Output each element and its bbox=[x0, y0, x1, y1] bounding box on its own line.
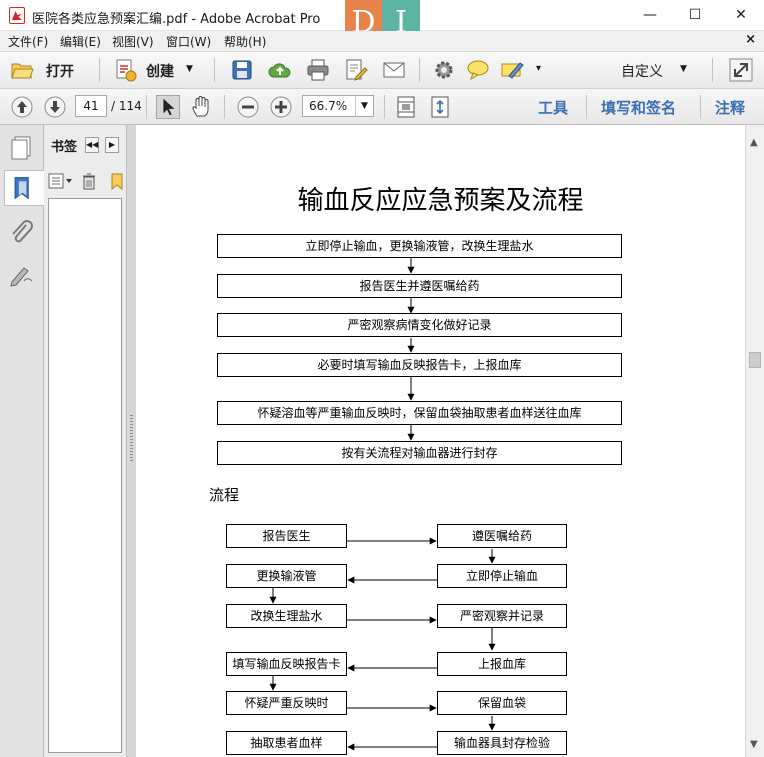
zoom-in-icon[interactable] bbox=[269, 95, 293, 119]
highlight-pen-icon[interactable] bbox=[500, 58, 524, 82]
customize-dropdown-icon[interactable]: ▼ bbox=[680, 64, 687, 74]
navigation-toolbar: / 114 工具 填写和签名 注释 bbox=[0, 89, 764, 125]
flow-step-box: 立即停止输血，更换输液管，改换生理盐水 bbox=[217, 234, 622, 258]
flow-left-box: 更换输液管 bbox=[226, 564, 347, 588]
print-icon[interactable] bbox=[306, 58, 330, 82]
bookmarks-panel-title: 书签 bbox=[51, 140, 78, 155]
zoom-dropdown-icon[interactable]: ▼ bbox=[355, 96, 373, 116]
menu-bar: 文件(F) 编辑(E) 视图(V) 窗口(W) 帮助(H) × bbox=[0, 31, 764, 51]
close-window-button[interactable]: ✕ bbox=[718, 0, 764, 30]
flow-left-box: 报告医生 bbox=[226, 524, 347, 548]
flow-left-box: 改换生理盐水 bbox=[226, 604, 347, 628]
upload-cloud-icon[interactable] bbox=[268, 58, 292, 82]
zoom-level-value: 66.7% bbox=[309, 99, 348, 113]
expand-view-icon[interactable] bbox=[729, 58, 753, 82]
zoom-level-select[interactable]: 66.7% ▼ bbox=[302, 95, 374, 117]
open-folder-icon[interactable] bbox=[10, 58, 34, 82]
scrollbar-thumb[interactable] bbox=[749, 352, 761, 368]
customize-button[interactable]: 自定义 bbox=[621, 61, 663, 81]
page-total-label: / 114 bbox=[111, 99, 142, 113]
flow-step-box: 严密观察病情变化做好记录 bbox=[217, 313, 622, 337]
menu-file[interactable]: 文件(F) bbox=[8, 33, 48, 50]
menu-edit[interactable]: 编辑(E) bbox=[60, 33, 101, 50]
flow-left-box: 填写输血反映报告卡 bbox=[226, 652, 347, 676]
navigation-pane-bar bbox=[0, 125, 44, 757]
edit-document-icon[interactable] bbox=[344, 58, 368, 82]
acrobat-app-icon bbox=[9, 7, 25, 24]
flow-right-box: 严密观察并记录 bbox=[437, 604, 567, 628]
document-heading: 输血反应应急预案及流程 bbox=[297, 186, 584, 216]
bookmark-options-icon[interactable] bbox=[48, 172, 74, 190]
delete-bookmark-icon[interactable] bbox=[80, 172, 98, 190]
maximize-button[interactable]: ☐ bbox=[672, 0, 718, 30]
menu-view[interactable]: 视图(V) bbox=[112, 33, 154, 50]
bookmarks-panel-icon[interactable] bbox=[4, 170, 44, 206]
flow-right-box: 立即停止输血 bbox=[437, 564, 567, 588]
panel-resize-splitter[interactable] bbox=[127, 125, 136, 757]
flow-section-heading: 流程 bbox=[209, 486, 240, 504]
panel-options-arrow-icon[interactable]: ▶ bbox=[105, 137, 119, 153]
save-icon[interactable] bbox=[230, 58, 254, 82]
flow-step-box: 必要时填写输血反映报告卡，上报血库 bbox=[217, 353, 622, 377]
close-document-button[interactable]: × bbox=[745, 32, 756, 47]
create-button[interactable]: 创建 bbox=[146, 61, 174, 81]
title-bar: 医院各类应急预案汇编.pdf - Adobe Acrobat Pro D I —… bbox=[0, 0, 764, 46]
flow-left-box: 抽取患者血样 bbox=[226, 731, 347, 755]
vertical-scrollbar[interactable]: ▲ ▼ bbox=[745, 125, 764, 757]
collapse-panel-icon[interactable]: ◀◀ bbox=[85, 137, 99, 153]
bookmarks-panel: 书签 ◀◀ ▶ bbox=[44, 125, 127, 757]
flow-step-box: 怀疑溶血等严重输血反映时，保留血袋抽取患者血样送往血库 bbox=[217, 401, 622, 425]
new-bookmark-icon[interactable] bbox=[108, 172, 126, 190]
bookmarks-list[interactable] bbox=[48, 198, 122, 753]
zoom-out-icon[interactable] bbox=[236, 95, 260, 119]
flow-right-box: 输血器具封存检验 bbox=[437, 731, 567, 755]
flow-right-box: 保留血袋 bbox=[437, 691, 567, 715]
scroll-up-arrow-icon[interactable]: ▲ bbox=[750, 137, 758, 148]
fit-page-icon[interactable] bbox=[394, 95, 418, 119]
flow-left-box: 怀疑严重反映时 bbox=[226, 691, 347, 715]
page-number-input[interactable]: 41 bbox=[75, 95, 107, 117]
open-button[interactable]: 打开 bbox=[46, 61, 74, 81]
fit-width-scroll-icon[interactable] bbox=[428, 95, 452, 119]
email-icon[interactable] bbox=[382, 58, 406, 82]
select-tool-cursor-icon[interactable] bbox=[156, 95, 180, 119]
menu-window[interactable]: 窗口(W) bbox=[166, 33, 211, 50]
flow-step-box: 报告医生并遵医嘱给药 bbox=[217, 274, 622, 298]
scroll-down-arrow-icon[interactable]: ▼ bbox=[750, 739, 758, 750]
flow-right-box: 遵医嘱给药 bbox=[437, 524, 567, 548]
flow-step-box: 按有关流程对输血器进行封存 bbox=[217, 441, 622, 465]
create-pdf-icon[interactable] bbox=[114, 58, 138, 82]
flow-right-box: 上报血库 bbox=[437, 652, 567, 676]
attachments-paperclip-icon[interactable] bbox=[4, 215, 40, 251]
tools-pane-button[interactable]: 工具 bbox=[538, 97, 568, 118]
more-tools-dropdown-icon[interactable]: ▾ bbox=[536, 63, 541, 74]
document-page[interactable]: 输血反应应急预案及流程 立即停止输血，更换输液管，改换生理盐水 报告医生并遵医嘱… bbox=[136, 125, 745, 757]
menu-help[interactable]: 帮助(H) bbox=[224, 33, 266, 50]
create-dropdown-icon[interactable]: ▼ bbox=[186, 64, 193, 74]
fill-and-sign-pane-button[interactable]: 填写和签名 bbox=[601, 97, 676, 118]
comment-bubble-icon[interactable] bbox=[466, 58, 490, 82]
comment-pane-button[interactable]: 注释 bbox=[715, 97, 745, 118]
hand-tool-icon[interactable] bbox=[190, 95, 214, 119]
previous-page-icon[interactable] bbox=[10, 95, 34, 119]
signatures-pen-icon[interactable] bbox=[4, 257, 40, 293]
main-toolbar: 打开 创建 ▼ ▾ 自定义 ▼ bbox=[0, 51, 764, 89]
settings-gear-icon[interactable] bbox=[432, 58, 456, 82]
next-page-icon[interactable] bbox=[43, 95, 67, 119]
window-title: 医院各类应急预案汇编.pdf - Adobe Acrobat Pro bbox=[32, 12, 321, 27]
page-thumbnails-icon[interactable] bbox=[4, 129, 40, 165]
minimize-button[interactable]: — bbox=[627, 0, 673, 30]
